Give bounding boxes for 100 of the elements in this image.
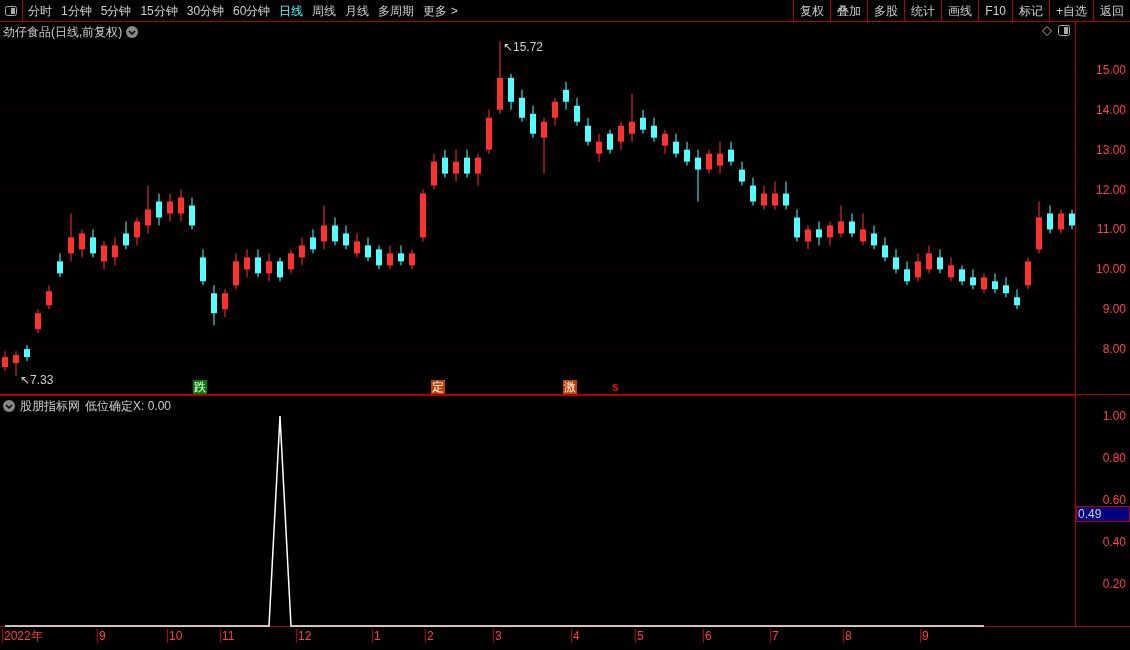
date-axis-label: 7	[770, 629, 779, 643]
candlestick	[563, 81, 569, 111]
panel-icon	[5, 5, 17, 16]
candlestick	[838, 205, 844, 238]
candlestick	[761, 185, 767, 210]
candlestick	[783, 181, 789, 210]
candlestick	[189, 197, 195, 230]
candlestick	[145, 185, 151, 234]
toolbar-button[interactable]: 叠加	[830, 0, 868, 21]
toolbar-button[interactable]: +自选	[1049, 0, 1093, 21]
candlestick	[431, 153, 437, 191]
candlestick	[541, 117, 547, 175]
candlestick	[618, 121, 624, 151]
signal-marker: 定	[431, 380, 445, 394]
current-value-tag: 0.49	[1076, 506, 1130, 522]
period-tab[interactable]: 1分钟	[61, 1, 92, 20]
candlestick	[343, 224, 349, 250]
candlestick	[442, 149, 448, 179]
candlestick	[332, 217, 338, 246]
candlestick	[1047, 205, 1053, 234]
candlestick	[255, 248, 261, 278]
candlestick	[717, 141, 723, 175]
candlestick	[156, 193, 162, 226]
candlestick	[57, 252, 63, 278]
candlestick	[1069, 209, 1075, 230]
chevron-down-icon[interactable]	[3, 400, 15, 412]
candlestick	[915, 252, 921, 282]
period-tab[interactable]: 周线	[312, 1, 337, 20]
date-axis-label: 2022年	[2, 629, 43, 643]
toolbar-button[interactable]: 画线	[941, 0, 979, 21]
candlestick	[266, 252, 272, 282]
candlestick	[79, 228, 85, 258]
chevron-down-icon[interactable]	[126, 26, 139, 38]
candlestick	[1014, 288, 1020, 310]
toolbar-button[interactable]: 返回	[1093, 0, 1130, 21]
candlestick	[684, 141, 690, 167]
candlestick	[772, 181, 778, 210]
period-tab[interactable]: 5分钟	[100, 1, 132, 20]
candlestick	[244, 248, 250, 278]
candlestick	[959, 264, 965, 286]
toolbar-button[interactable]: 标记	[1012, 0, 1049, 21]
candlestick	[365, 236, 371, 262]
candlestick	[1036, 201, 1042, 254]
candlestick	[123, 220, 129, 250]
candlestick	[596, 133, 602, 163]
candlestick	[948, 256, 954, 282]
period-tab[interactable]: 60分钟	[233, 1, 271, 20]
candlestick	[871, 224, 877, 250]
candlestick	[640, 109, 646, 135]
candlestick	[2, 350, 8, 372]
price-axis-label: 14.00	[1095, 102, 1126, 117]
diamond-icon[interactable]	[1042, 26, 1052, 36]
price-axis-label: 10.00	[1095, 262, 1126, 277]
candlestick	[475, 153, 481, 187]
candlestick	[1058, 209, 1064, 234]
period-tab[interactable]: 分时	[28, 1, 52, 20]
period-tab[interactable]: 多周期	[378, 1, 415, 20]
period-tab[interactable]: 15分钟	[140, 1, 178, 20]
toolbar-button[interactable]: 多股	[867, 0, 905, 21]
candlestick	[1025, 256, 1031, 290]
candlestick	[409, 248, 415, 270]
candlestick	[860, 213, 866, 246]
candlestick	[651, 117, 657, 143]
candlestick	[750, 177, 756, 206]
price-axis-label: 8.00	[1102, 342, 1126, 357]
period-tab[interactable]: 更多 >	[423, 1, 458, 20]
candlestick	[552, 97, 558, 127]
candlestick	[816, 220, 822, 246]
candlestick	[673, 133, 679, 159]
candlestick	[585, 117, 591, 147]
indicator-axis-label: 1.00	[1102, 409, 1126, 423]
panel-icon[interactable]	[1058, 25, 1070, 36]
low-price-label: ↖7.33	[20, 372, 54, 389]
candlestick	[211, 284, 217, 326]
candlestick	[354, 232, 360, 258]
period-tab[interactable]: 30分钟	[186, 1, 225, 20]
candlestick	[695, 149, 701, 202]
candlestick	[486, 109, 492, 155]
toolbar-button[interactable]: F10	[978, 0, 1012, 21]
date-axis-label: 12	[296, 629, 312, 643]
toolbar-button[interactable]: 复权	[793, 0, 831, 21]
candlestick	[607, 129, 613, 155]
candlestick	[310, 228, 316, 254]
candlestick	[937, 248, 943, 274]
candlestick	[24, 344, 30, 362]
price-axis-label: 9.00	[1102, 302, 1126, 317]
candlestick	[827, 220, 833, 246]
candlestick	[112, 236, 118, 266]
candlestick	[926, 244, 932, 274]
date-axis-label: 4	[571, 629, 580, 643]
period-tab[interactable]: 日线	[279, 1, 304, 20]
signal-marker: s	[612, 380, 619, 394]
toolbar-button[interactable]: 统计	[904, 0, 942, 21]
indicator-name: 股朋指标网	[20, 398, 80, 415]
candlestick	[277, 256, 283, 282]
signal-marker: 激	[563, 380, 577, 394]
date-axis-label: 2	[425, 629, 434, 643]
period-tab[interactable]: 月线	[345, 1, 370, 20]
indicator-axis-label: 0.40	[1102, 535, 1126, 549]
indicator-axis-label: 0.80	[1102, 451, 1126, 465]
